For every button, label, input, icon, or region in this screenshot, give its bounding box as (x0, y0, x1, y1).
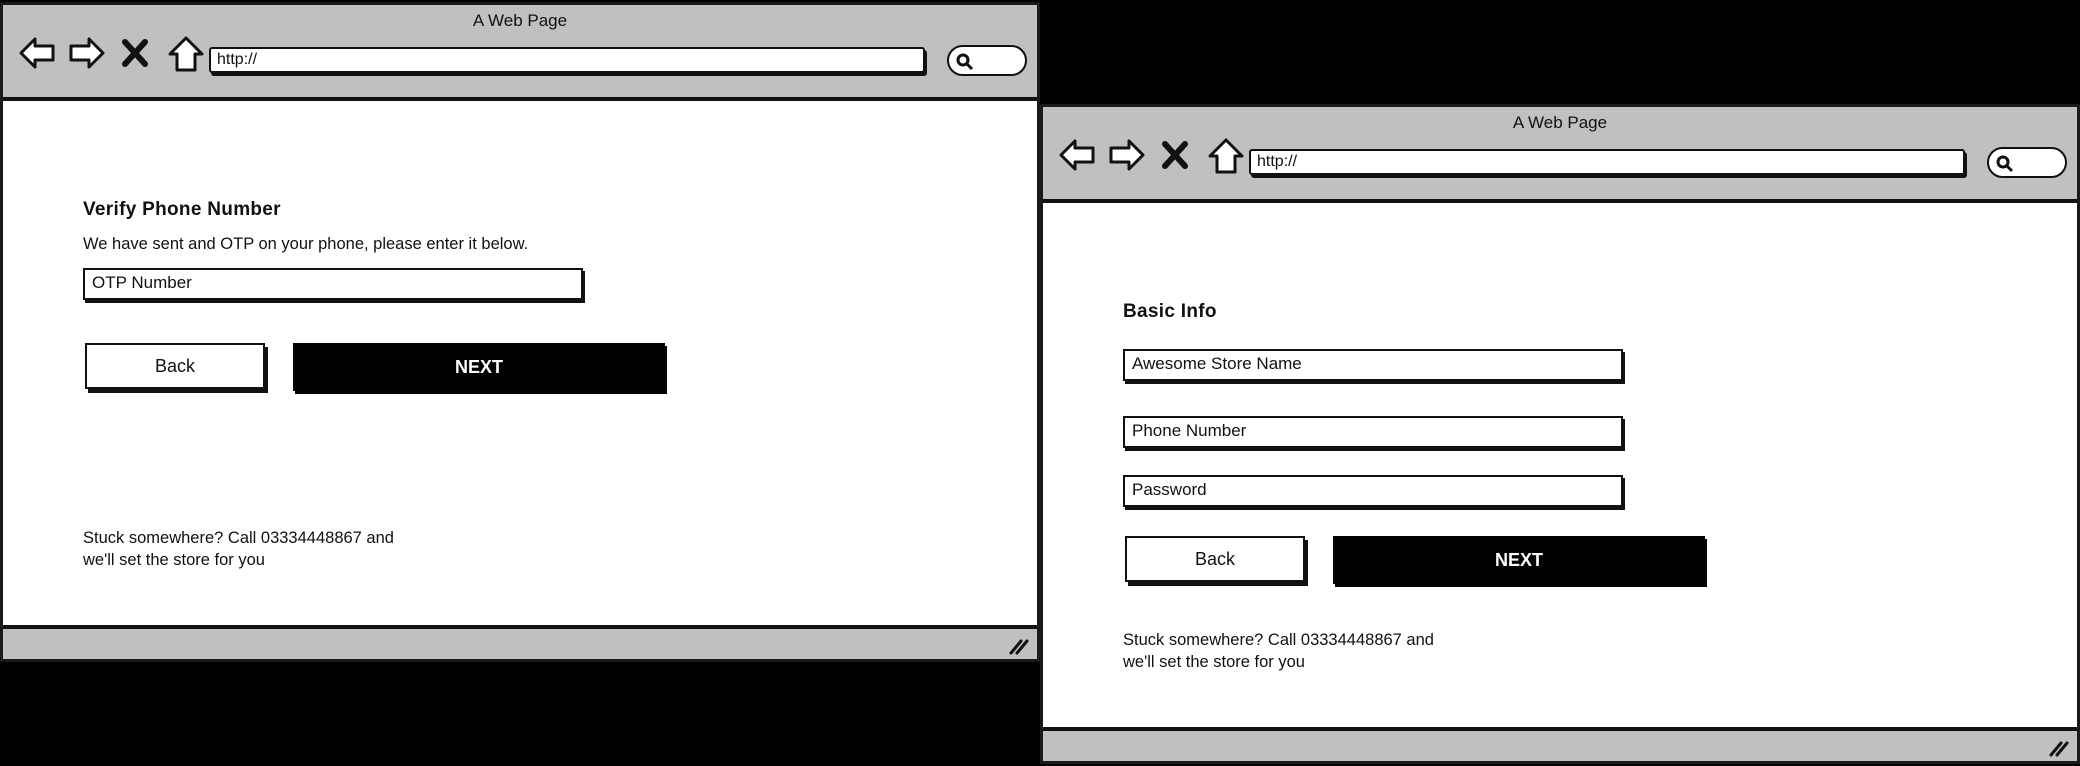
next-button[interactable]: NEXT (1333, 536, 1705, 584)
forward-arrow-icon[interactable] (1107, 137, 1151, 177)
window-title: A Web Page (1512, 113, 1608, 132)
back-arrow-icon[interactable] (17, 35, 61, 75)
password-input[interactable]: Password (1123, 475, 1623, 507)
instruction-text: We have sent and OTP on your phone, plea… (83, 235, 529, 253)
help-text: Stuck somewhere? Call 03334448867 and we… (83, 527, 394, 571)
stop-icon[interactable] (117, 35, 161, 75)
help-text: Stuck somewhere? Call 03334448867 and we… (1123, 629, 1434, 673)
home-icon[interactable] (1207, 137, 1251, 177)
resize-grip-icon[interactable] (2047, 737, 2069, 757)
help-line-2: we'll set the store for you (83, 551, 265, 569)
url-bar[interactable]: http:// (209, 47, 925, 73)
search-icon (956, 53, 974, 71)
otp-input[interactable]: OTP Number (83, 268, 583, 300)
browser-window-verify: A Web Page http:// Verify Phone Number W… (0, 2, 1040, 662)
forward-arrow-icon[interactable] (67, 35, 111, 75)
back-button[interactable]: Back (1125, 536, 1305, 582)
back-arrow-icon[interactable] (1057, 137, 1101, 177)
stop-icon[interactable] (1157, 137, 1201, 177)
url-bar[interactable]: http:// (1249, 149, 1965, 175)
status-bar (1043, 727, 2077, 761)
help-line-2: we'll set the store for you (1123, 653, 1305, 671)
help-line-1: Stuck somewhere? Call 03334448867 and (1123, 631, 1434, 649)
browser-window-basic-info: A Web Page http:// Basic Info Awesome St… (1040, 104, 2080, 764)
back-button[interactable]: Back (85, 343, 265, 389)
search-box[interactable] (947, 45, 1027, 76)
search-box[interactable] (1987, 147, 2067, 178)
window-title: A Web Page (472, 11, 568, 30)
browser-toolbar: A Web Page http:// (1043, 107, 2077, 203)
page-title: Verify Phone Number (83, 199, 281, 220)
help-line-1: Stuck somewhere? Call 03334448867 and (83, 529, 394, 547)
page-content: Verify Phone Number We have sent and OTP… (3, 101, 1037, 625)
browser-toolbar: A Web Page http:// (3, 5, 1037, 101)
page-content: Basic Info Awesome Store Name Phone Numb… (1043, 203, 2077, 727)
page-title: Basic Info (1123, 301, 1217, 322)
status-bar (3, 625, 1037, 659)
home-icon[interactable] (167, 35, 211, 75)
next-button[interactable]: NEXT (293, 343, 665, 391)
search-icon (1996, 155, 2014, 173)
store-name-input[interactable]: Awesome Store Name (1123, 349, 1623, 381)
resize-grip-icon[interactable] (1007, 635, 1029, 655)
phone-number-input[interactable]: Phone Number (1123, 416, 1623, 448)
